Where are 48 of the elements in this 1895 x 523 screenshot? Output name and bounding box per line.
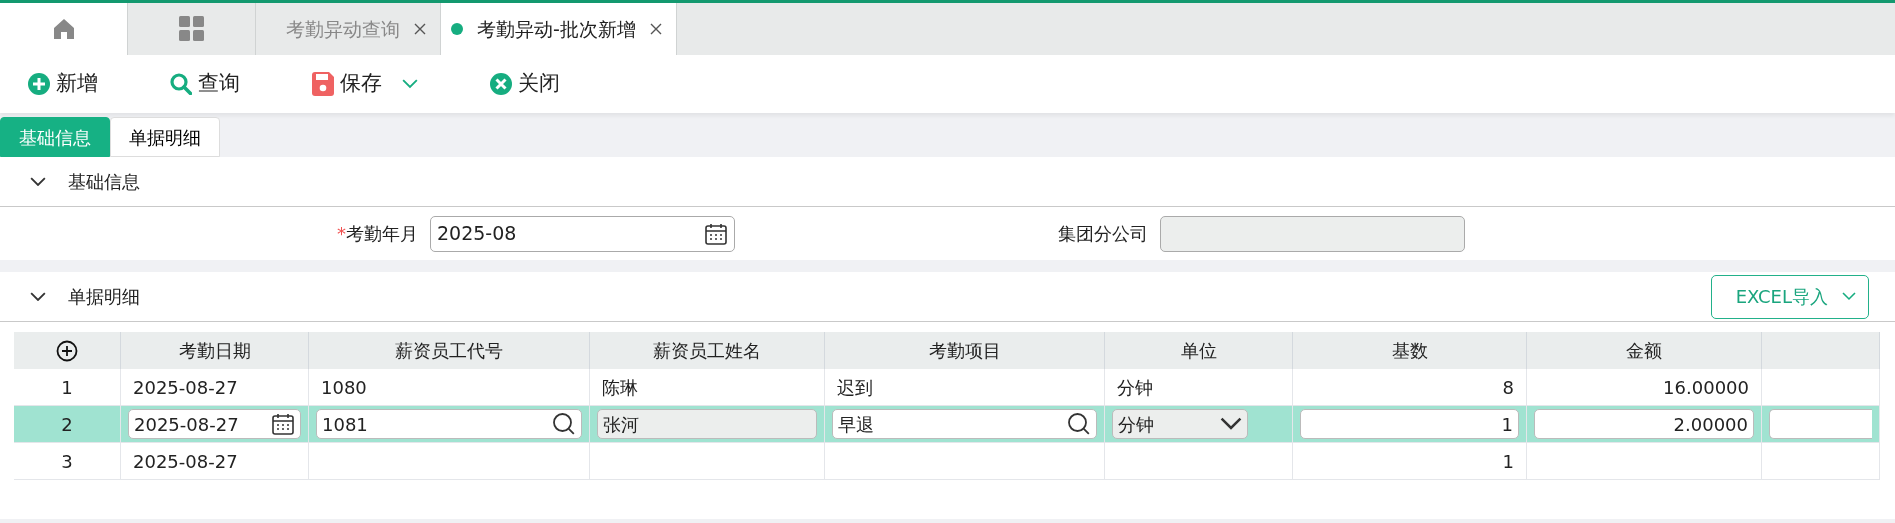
dropdown[interactable]: 分钟 — [1112, 409, 1248, 439]
grid-icon — [178, 16, 205, 42]
close-button[interactable]: 关闭 — [490, 68, 560, 100]
save-button[interactable]: 保存 — [312, 68, 418, 100]
input-field[interactable]: 2.00000 — [1534, 409, 1754, 439]
chevron-down-icon — [1842, 292, 1856, 301]
column-header: 单位 — [1105, 332, 1293, 369]
section-title: 单据明细 — [68, 285, 140, 309]
chevron-down-icon — [1220, 417, 1242, 431]
calendar-icon — [271, 412, 295, 436]
add-icon — [28, 73, 50, 95]
date-field[interactable]: 2025-08-27 — [128, 409, 301, 439]
column-header: 薪资员工代号 — [309, 332, 590, 369]
table-cell: 1 — [1293, 443, 1527, 480]
row-number: 2 — [14, 406, 121, 443]
add-button[interactable]: 新增 — [28, 68, 98, 100]
save-icon — [312, 72, 334, 96]
active-dot-icon — [451, 23, 463, 35]
search-button[interactable]: 查询 — [170, 68, 240, 100]
search-icon — [552, 412, 576, 436]
column-header: 考勤项目 — [825, 332, 1105, 369]
required-mark: * — [337, 222, 346, 246]
input-field[interactable]: 张河 — [597, 409, 817, 439]
column-header: 考勤日期 — [121, 332, 309, 369]
input-field[interactable]: 早退 — [832, 409, 1097, 439]
add-row-icon — [56, 339, 78, 362]
field-label: 考勤年月 — [346, 222, 418, 246]
column-header: 基数 — [1293, 332, 1527, 369]
field-label: 集团分公司 — [1058, 222, 1148, 246]
close-icon — [490, 73, 512, 95]
column-header: 薪资员工姓名 — [590, 332, 825, 369]
close-icon — [649, 23, 662, 35]
table-cell: 2025-08-27 — [121, 443, 309, 480]
input-field[interactable]: 1081 — [316, 409, 582, 439]
date-field[interactable]: 2025-08 — [430, 215, 735, 252]
close-icon — [414, 23, 426, 35]
column-header: 金额 — [1527, 332, 1762, 369]
home-icon — [51, 17, 76, 41]
input-field[interactable] — [1769, 409, 1872, 439]
tab[interactable]: 单据明细 — [110, 117, 220, 157]
search-icon — [170, 73, 192, 95]
section-title: 基础信息 — [68, 170, 140, 194]
tab[interactable]: 考勤异动-批次新增 — [441, 3, 677, 55]
calendar-icon — [704, 221, 728, 246]
input-field[interactable]: 1 — [1300, 409, 1519, 439]
search-icon — [1067, 412, 1091, 436]
row-number: 3 — [14, 443, 121, 480]
home-tab[interactable] — [0, 3, 128, 55]
